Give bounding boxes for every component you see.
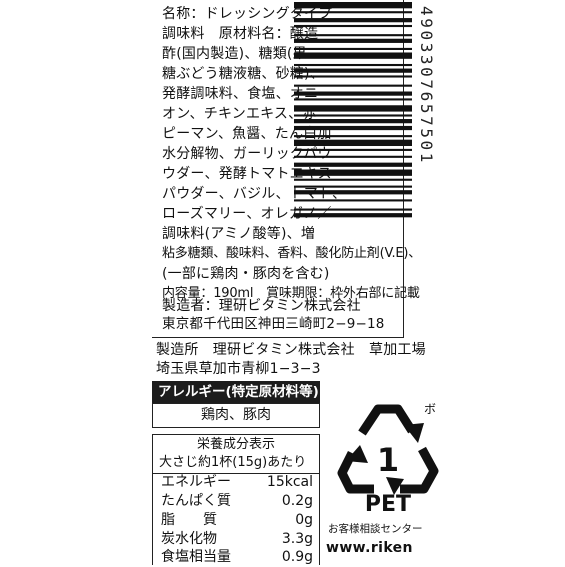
barcode-bar bbox=[294, 2, 412, 9]
nutrition-table: 栄養成分表示 大さじ約1杯(15g)あたり エネルギー 15kcal たんぱく質… bbox=[152, 434, 320, 565]
recycle-corner-text: ボ bbox=[424, 402, 436, 416]
nutrition-row-energy: エネルギー 15kcal bbox=[161, 473, 313, 492]
nutrition-value: 0g bbox=[295, 512, 313, 528]
nutrition-title: 栄養成分表示 bbox=[196, 437, 275, 452]
nutrition-label: エネルギー bbox=[161, 474, 231, 490]
ingredients-line: 粘多糖類、酸味料、香料、酸化防止剤(V.E)、 bbox=[162, 246, 422, 261]
nutrition-value: 15kcal bbox=[266, 474, 313, 490]
barcode-bar bbox=[294, 125, 412, 131]
barcode-bar bbox=[294, 199, 412, 202]
barcode-bar bbox=[294, 213, 412, 218]
barcode-bar bbox=[294, 34, 412, 37]
barcode-bar bbox=[294, 178, 412, 181]
recycle-number: 1 bbox=[377, 441, 399, 479]
barcode-bar bbox=[294, 24, 412, 28]
barcode-bar bbox=[294, 63, 412, 67]
barcode-bar bbox=[294, 135, 412, 138]
barcode-bar bbox=[294, 208, 412, 211]
allergy-items: 鶏肉、豚肉 bbox=[152, 403, 320, 428]
nutrition-serving: 大さじ約1杯(15g)あたり bbox=[159, 455, 307, 470]
barcode-bar bbox=[294, 84, 412, 87]
ingredients-line: 製造者：理研ビタミン株式会社 bbox=[162, 298, 361, 314]
factory-line-2: 埼玉県草加市青柳1−3−3 bbox=[156, 361, 321, 377]
barcode-bar bbox=[294, 114, 412, 117]
barcode-bar bbox=[294, 162, 412, 167]
barcode-bar bbox=[294, 185, 412, 188]
nutrition-row-protein: たんぱく質 0.2g bbox=[161, 492, 313, 511]
contact-url[interactable]: www.riken bbox=[326, 540, 413, 556]
barcode bbox=[294, 2, 412, 218]
ingredients-line: 調味料(アミノ酸等)、増 bbox=[162, 226, 316, 242]
nutrition-value: 3.3g bbox=[281, 531, 313, 547]
factory-line-1: 製造所 理研ビタミン株式会社 草加工場 bbox=[156, 342, 426, 358]
barcode-bar bbox=[294, 68, 412, 73]
nutrition-row-fat: 脂 質 0g bbox=[161, 511, 313, 530]
barcode-bar bbox=[294, 148, 412, 151]
nutrition-label: 脂 質 bbox=[161, 512, 217, 528]
barcode-bar bbox=[294, 169, 412, 176]
ingredients-line: 東京都千代田区神田三崎町2−9−18 bbox=[162, 316, 385, 332]
barcode-bar bbox=[294, 18, 412, 23]
barcode-digits: 4903307657501 bbox=[417, 6, 436, 166]
barcode-bar bbox=[294, 52, 412, 59]
contact-text: お客様相談センター bbox=[328, 523, 423, 535]
recycle-arrows-icon: 1 PET ボ bbox=[337, 402, 439, 517]
recycle-code: PET bbox=[365, 492, 411, 517]
nutrition-value: 0.2g bbox=[281, 493, 313, 509]
ingredients-line: (一部に鶏肉・豚肉を含む) bbox=[162, 266, 330, 282]
nutrition-row-salt: 食塩相当量 0.9g bbox=[161, 548, 313, 567]
nutrition-label: 食塩相当量 bbox=[161, 549, 231, 565]
nutrition-row-carbohydrate: 炭水化物 3.3g bbox=[161, 530, 313, 549]
barcode-bar bbox=[294, 91, 412, 96]
nutrition-value: 0.9g bbox=[281, 549, 313, 565]
ingredients-line: 酢(国内製造)、糖類(果 bbox=[162, 46, 307, 62]
barcode-bar bbox=[294, 47, 412, 50]
barcode-bar bbox=[294, 119, 412, 124]
pet-recycle-icon: 1 PET ボ bbox=[334, 395, 442, 523]
nutrition-label: 炭水化物 bbox=[161, 531, 217, 547]
allergy-header: アレルギー(特定原材料等) bbox=[152, 381, 320, 403]
barcode-bar bbox=[294, 11, 412, 14]
nutrition-label: たんぱく質 bbox=[161, 493, 231, 509]
barcode-bar bbox=[294, 155, 412, 158]
barcode-bar bbox=[294, 139, 412, 147]
barcode-bar bbox=[294, 98, 412, 101]
barcode-bar bbox=[294, 190, 412, 195]
barcode-bar bbox=[294, 105, 412, 112]
barcode-bar bbox=[294, 75, 412, 78]
barcode-bar bbox=[294, 38, 412, 43]
